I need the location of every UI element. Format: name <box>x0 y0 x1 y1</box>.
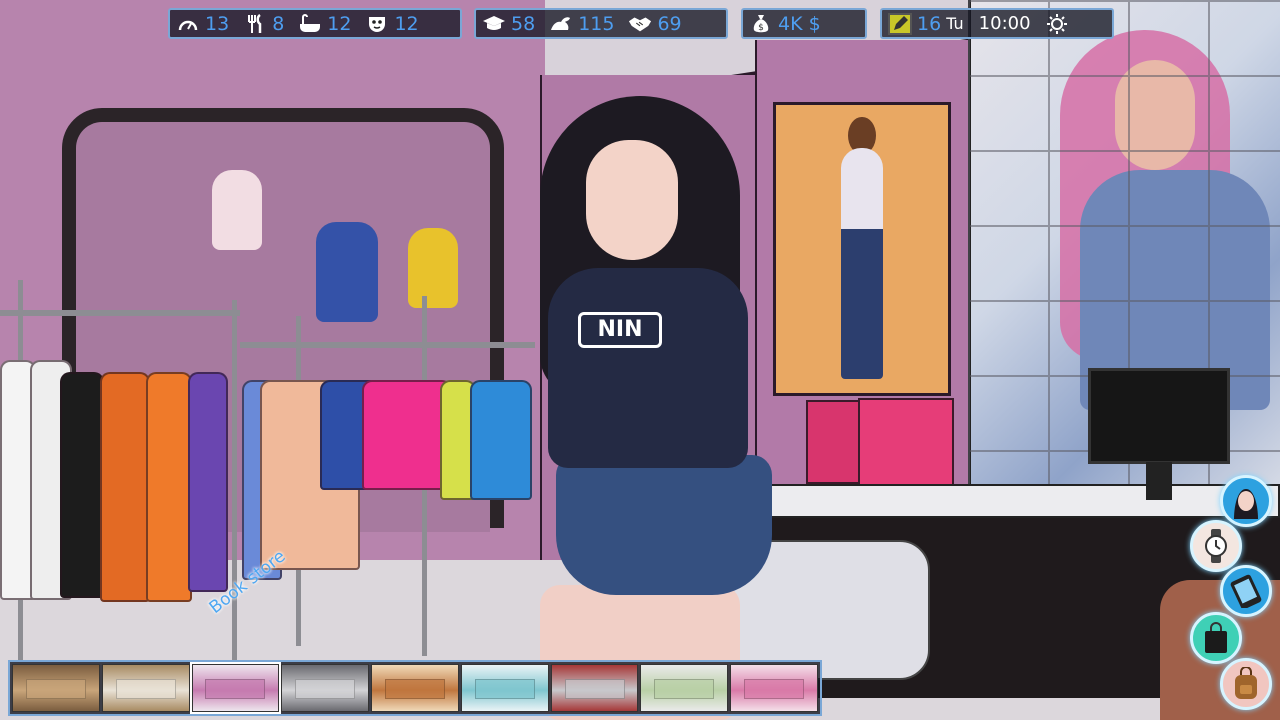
thumb-detail <box>295 678 356 700</box>
watch-icon <box>1205 529 1227 563</box>
fashion-poster <box>773 102 951 396</box>
thumb-detail <box>384 678 446 700</box>
thumb-detail <box>205 678 266 700</box>
phone-icon <box>1230 574 1262 608</box>
location-thumb-bar[interactable] <box>371 664 459 712</box>
phone-button[interactable] <box>1220 565 1272 617</box>
money-stat: $ 4K $ <box>749 13 821 35</box>
weekday-value: Tu <box>946 14 964 33</box>
location-thumb-book-store[interactable] <box>189 662 282 714</box>
portrait-icon <box>1234 489 1258 519</box>
mood-stat: 12 <box>365 12 419 35</box>
shop-counter <box>750 484 1280 518</box>
thumb-detail <box>744 678 805 700</box>
character-shorts <box>556 455 772 595</box>
computer-monitor <box>1088 368 1230 464</box>
flexed-arm-icon <box>549 13 573 35</box>
shopping-bag-decor <box>806 400 860 484</box>
money-value: 4K $ <box>778 12 821 35</box>
strength-value: 115 <box>578 12 615 35</box>
strength-stat: 115 <box>549 13 614 35</box>
garment <box>362 380 452 490</box>
location-strip <box>8 660 822 716</box>
backpack-icon <box>1235 667 1257 699</box>
thumb-detail <box>474 678 535 700</box>
location-thumb-bakery[interactable] <box>101 664 190 712</box>
location-thumb-jewelry[interactable] <box>730 664 819 712</box>
monitor-stand <box>1146 462 1172 500</box>
time-panel: 16 Tu 10:00 <box>880 8 1114 39</box>
character-face[interactable] <box>586 140 678 260</box>
location-thumb-office[interactable] <box>550 664 639 712</box>
garment <box>188 372 228 592</box>
inventory-button[interactable] <box>1220 658 1272 710</box>
garment <box>146 372 192 602</box>
shirt-logo: NIN <box>578 312 662 348</box>
fork-knife-icon <box>243 13 267 35</box>
charisma-stat: 69 <box>628 12 682 35</box>
mannequin <box>212 170 262 250</box>
shopping-bag-icon <box>1205 622 1227 653</box>
speedometer-icon <box>176 13 200 35</box>
character-top <box>548 268 748 468</box>
mannequin <box>408 228 458 308</box>
clothes-rack <box>240 342 535 348</box>
sun-icon <box>1045 13 1069 35</box>
energy-value: 13 <box>205 12 230 35</box>
shopping-bag-decor <box>858 398 954 490</box>
mood-value: 12 <box>394 12 419 35</box>
calendar-stat[interactable]: 16 Tu 10:00 <box>888 12 1031 35</box>
mannequin <box>316 222 378 322</box>
journal-pencil-icon[interactable] <box>888 12 912 35</box>
character-portrait-button[interactable] <box>1220 475 1272 527</box>
location-thumb-garden-shop[interactable] <box>640 664 729 712</box>
money-panel: $ 4K $ <box>741 8 867 39</box>
thumb-detail <box>25 678 86 700</box>
food-stat: 8 <box>243 13 284 35</box>
graduation-cap-icon <box>482 13 506 35</box>
clothes-rack <box>0 310 240 316</box>
garment <box>60 372 104 598</box>
mask-icon <box>365 13 389 35</box>
bathtub-icon <box>298 13 322 35</box>
day-value: 16 <box>917 12 942 35</box>
game-scene: NIN <box>0 0 1280 720</box>
education-stat: 58 <box>482 13 535 35</box>
thumb-detail <box>564 678 625 700</box>
hygiene-stat: 12 <box>298 13 351 35</box>
garment <box>470 380 532 500</box>
location-thumb-electronics[interactable] <box>460 664 549 712</box>
garment <box>100 372 150 602</box>
wait-button[interactable] <box>1190 520 1242 572</box>
shopping-button[interactable] <box>1190 612 1242 664</box>
education-value: 58 <box>511 12 536 35</box>
needs-panel: 13 8 12 12 <box>168 8 462 39</box>
charisma-value: 69 <box>657 12 682 35</box>
time-value: 10:00 <box>978 13 1031 34</box>
thumb-detail <box>115 678 176 700</box>
food-value: 8 <box>272 12 285 35</box>
handshake-icon <box>628 13 652 35</box>
svg-text:$: $ <box>758 23 764 33</box>
hygiene-value: 12 <box>327 12 352 35</box>
thumb-detail <box>654 678 715 700</box>
skills-panel: 58 115 69 <box>474 8 728 39</box>
location-thumb-furniture[interactable] <box>281 664 370 712</box>
energy-stat: 13 <box>176 13 229 35</box>
location-thumb-mall-hall[interactable] <box>12 664 100 712</box>
money-bag-icon: $ <box>749 13 773 35</box>
